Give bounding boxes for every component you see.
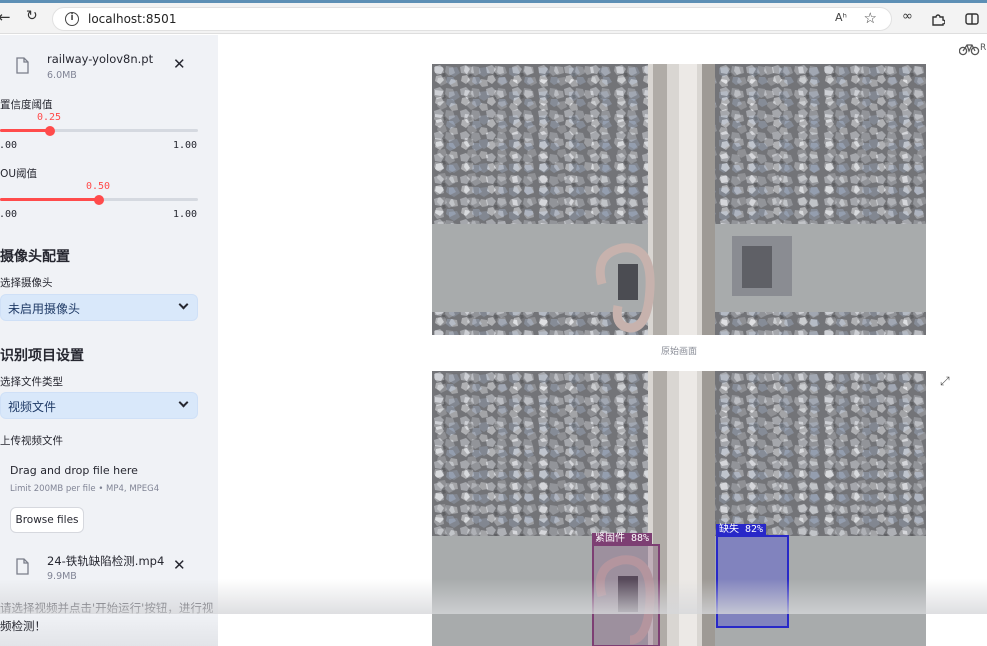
file-type-select[interactable]: 视频文件 [0, 392, 198, 419]
read-aloud-icon[interactable]: Aʰ [835, 11, 847, 24]
iou-slider-value: 0.50 [85, 181, 111, 192]
detection-label-fastener: 紧固件 88% [592, 533, 653, 545]
dropzone-limit-text: Limit 200MB per file • MP4, MPEG4 [10, 484, 160, 494]
camera-select-label: 选择摄像头 [0, 277, 53, 289]
back-icon[interactable]: ← [0, 8, 11, 26]
remove-video-file-close-icon[interactable]: ✕ [173, 558, 186, 573]
refresh-icon[interactable]: ↻ [26, 8, 38, 24]
camera-config-heading: 摄像头配置 [0, 249, 70, 265]
model-file-item: railway-yolov8n.pt 6.0MB ✕ [0, 49, 218, 89]
dropzone-title: Drag and drop file here [10, 464, 138, 477]
file-icon [16, 57, 29, 74]
confidence-slider-max: 1.00 [173, 140, 198, 151]
file-icon [16, 558, 29, 575]
site-info-icon[interactable]: i [65, 12, 79, 26]
remove-model-file-close-icon[interactable]: ✕ [173, 57, 186, 72]
iou-slider-label: IOU阈值 [0, 168, 38, 180]
sidebar: railway-yolov8n.pt 6.0MB ✕ 置信度阈值 0.25 0.… [0, 35, 218, 646]
uploaded-video-name: 24-铁轨缺陷检测.mp4 [47, 554, 165, 568]
iou-slider-min: 0.00 [0, 209, 18, 220]
main-content: R 原始画面 紧固件 88% 缺失 82% ⤢ [218, 35, 987, 646]
model-file-size: 6.0MB [47, 70, 77, 81]
favorite-star-icon[interactable]: ☆ [864, 9, 877, 27]
original-frame-image [432, 64, 926, 335]
split-screen-icon[interactable] [965, 13, 979, 25]
file-type-select-label: 选择文件类型 [0, 376, 63, 388]
running-status-text: R [980, 43, 987, 53]
confidence-slider-thumb[interactable] [45, 125, 55, 136]
file-dropzone[interactable]: Drag and drop file here Limit 200MB per … [0, 446, 218, 546]
iou-slider-fill [0, 198, 99, 201]
model-file-name: railway-yolov8n.pt [47, 52, 154, 66]
confidence-slider[interactable] [0, 125, 198, 136]
original-frame-caption: 原始画面 [660, 347, 697, 357]
status-message: 请选择视频并点击'开始运行'按钮，进行视频检测！ [0, 601, 214, 633]
fullscreen-expand-icon[interactable]: ⤢ [940, 374, 950, 389]
extensions-puzzle-icon[interactable] [931, 12, 945, 26]
uploaded-video-size: 9.9MB [47, 571, 77, 582]
browser-toolbar: ← ↻ i localhost:8501 Aʰ ☆ ∞ [0, 0, 987, 34]
recognition-settings-heading: 识别项目设置 [0, 348, 84, 364]
confidence-slider-label: 置信度阈值 [0, 99, 53, 111]
uploaded-video-item: 24-铁轨缺陷检测.mp4 9.9MB ✕ [0, 550, 218, 590]
iou-slider-max: 1.00 [173, 209, 198, 220]
detection-frame-image: 紧固件 88% 缺失 82% [432, 371, 926, 646]
iou-slider[interactable] [0, 194, 198, 205]
chevron-down-icon [178, 299, 189, 310]
detection-label-missing: 缺失 82% [716, 524, 767, 536]
browse-files-button[interactable]: Browse files [10, 507, 84, 533]
confidence-slider-value: 0.25 [36, 112, 62, 123]
confidence-slider-min: 0.00 [0, 140, 18, 151]
iou-slider-thumb[interactable] [94, 194, 104, 205]
chevron-down-icon [178, 397, 189, 408]
confidence-slider-fill [0, 129, 50, 132]
url-text[interactable]: localhost:8501 [88, 12, 176, 26]
extensions-loop-icon[interactable]: ∞ [902, 9, 913, 24]
address-bar[interactable]: i localhost:8501 Aʰ ☆ [52, 7, 892, 31]
camera-select-value: 未启用摄像头 [8, 302, 81, 316]
camera-select[interactable]: 未启用摄像头 [0, 294, 198, 321]
file-type-select-value: 视频文件 [8, 400, 57, 414]
